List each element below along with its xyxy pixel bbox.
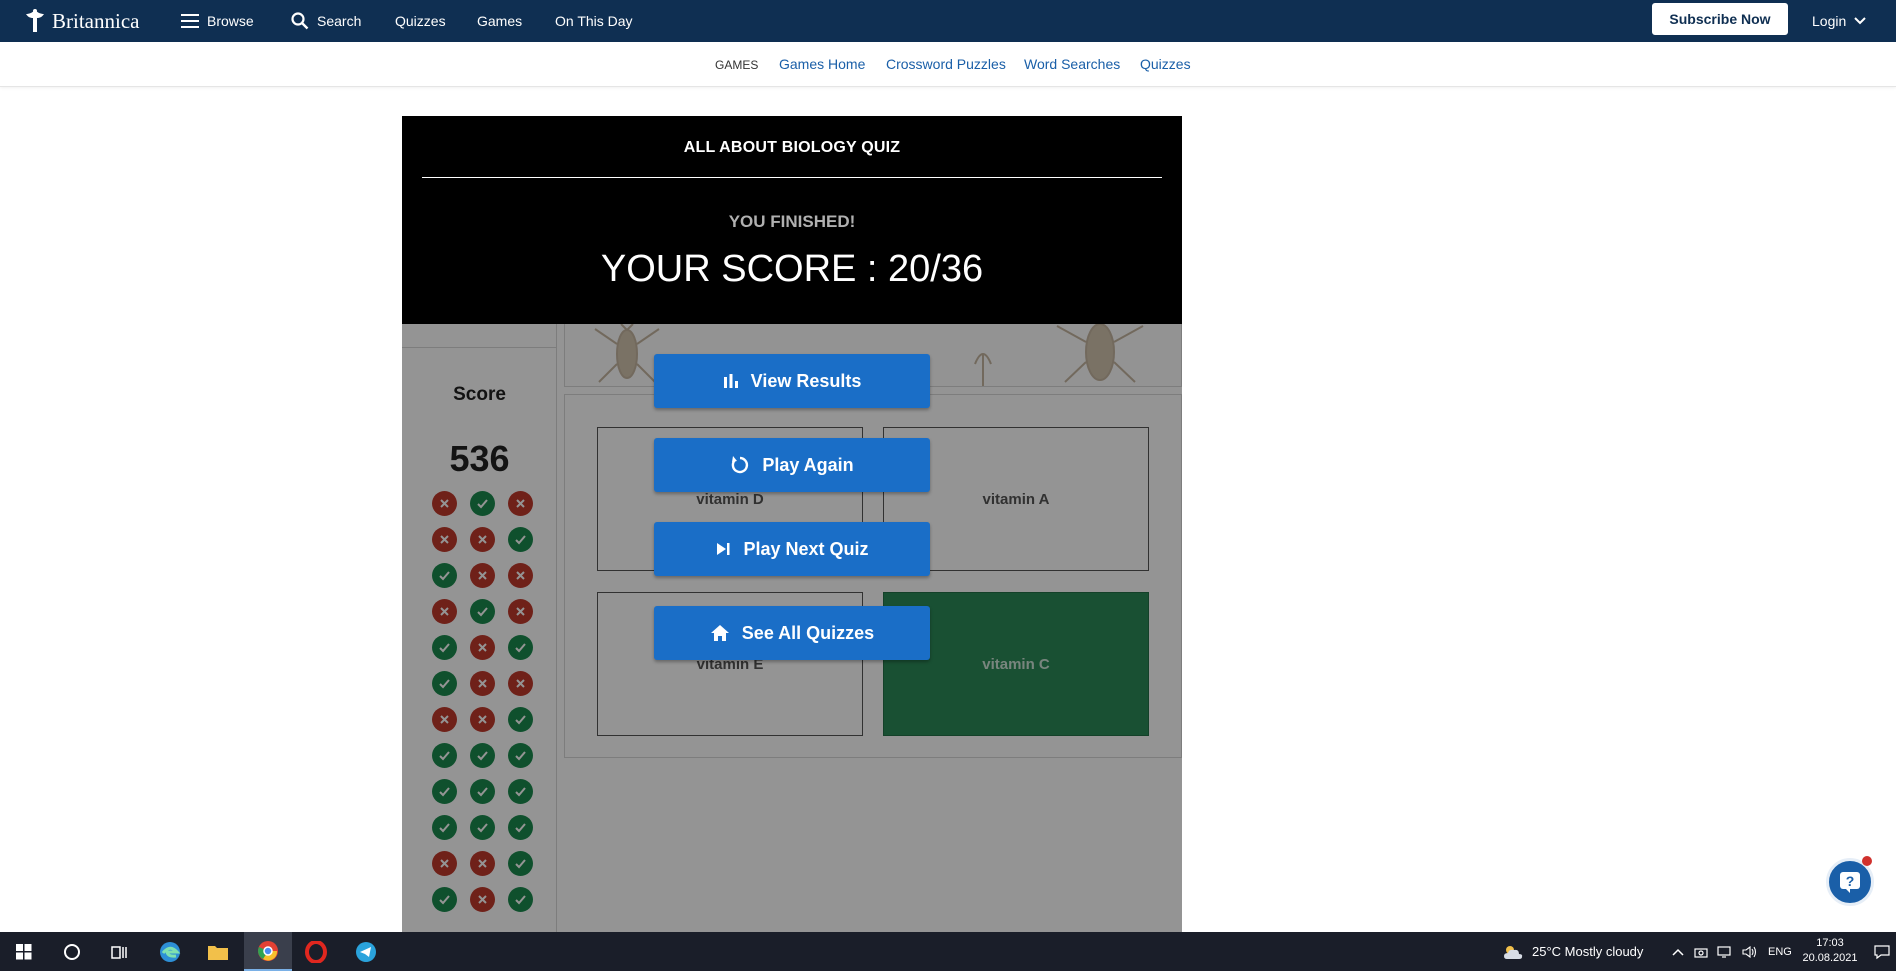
play-next-quiz-label: Play Next Quiz xyxy=(743,538,869,559)
taskbar-telegram[interactable] xyxy=(342,932,390,971)
nav-browse-label: Browse xyxy=(207,13,254,29)
play-again-button[interactable]: Play Again xyxy=(654,438,930,492)
subnav-quizzes[interactable]: Quizzes xyxy=(1140,56,1191,72)
camera-icon xyxy=(1694,947,1708,958)
cortana-button[interactable] xyxy=(48,932,96,971)
login-menu[interactable]: Login xyxy=(1812,0,1866,42)
final-score: YOUR SCORE : 20/36 xyxy=(600,248,984,290)
login-label: Login xyxy=(1812,13,1847,29)
thistle-icon xyxy=(26,9,44,32)
taskbar-chrome[interactable] xyxy=(244,932,292,971)
network-icon xyxy=(1717,945,1731,958)
nav-quizzes[interactable]: Quizzes xyxy=(395,0,446,42)
see-all-quizzes-button[interactable]: See All Quizzes xyxy=(654,606,930,660)
search-icon xyxy=(291,12,309,30)
quiz-title: ALL ABOUT BIOLOGY QUIZ xyxy=(683,139,901,156)
opera-icon xyxy=(305,940,327,963)
telegram-icon xyxy=(356,941,376,962)
britannica-logo[interactable]: Britannica xyxy=(20,6,139,36)
quiz-panel: ALL ABOUT BIOLOGY QUIZ YOU FINISHED! YOU… xyxy=(402,116,1182,932)
see-all-quizzes-label: See All Quizzes xyxy=(741,622,875,643)
task-view-icon xyxy=(111,945,127,959)
svg-text:?: ? xyxy=(1846,873,1855,889)
windows-taskbar: 25°C Mostly cloudy ENG 17:03 20.08.2021 xyxy=(0,932,1896,971)
nav-browse[interactable]: Browse xyxy=(181,0,254,42)
system-tray-icons[interactable]: ENG xyxy=(1672,932,1792,971)
chevron-up-icon xyxy=(1672,948,1684,956)
notification-center-icon xyxy=(1874,944,1890,959)
edge-browser-icon xyxy=(160,941,181,962)
folder-icon xyxy=(208,945,228,960)
quiz-result-header: ALL ABOUT BIOLOGY QUIZ YOU FINISHED! YOU… xyxy=(402,116,1182,324)
nav-search-label: Search xyxy=(317,13,362,29)
clock-date: 20.08.2021 xyxy=(1802,952,1858,964)
subnav-crossword-puzzles[interactable]: Crossword Puzzles xyxy=(886,56,1006,72)
taskbar-opera[interactable] xyxy=(292,932,340,971)
view-results-label: View Results xyxy=(750,370,862,391)
view-results-button[interactable]: View Results xyxy=(654,354,930,408)
nav-games[interactable]: Games xyxy=(477,0,522,42)
windows-icon xyxy=(16,943,32,959)
divider xyxy=(422,177,1162,178)
start-button[interactable] xyxy=(0,932,48,971)
weather-text: 25°C Mostly cloudy xyxy=(1532,944,1644,959)
subnav-games-home[interactable]: Games Home xyxy=(779,56,865,72)
cloudy-weather-icon xyxy=(1504,945,1523,959)
nav-search[interactable]: Search xyxy=(291,0,361,42)
speaker-icon xyxy=(1742,945,1757,958)
clock-time: 17:03 xyxy=(1816,937,1844,949)
taskbar-edge[interactable] xyxy=(146,932,194,971)
circle-search-icon xyxy=(64,943,80,960)
chevron-down-icon xyxy=(1854,17,1866,25)
subnav-section-label: GAMES xyxy=(715,58,759,72)
chrome-icon xyxy=(258,940,278,961)
skip-next-icon xyxy=(717,543,730,555)
subscribe-button[interactable]: Subscribe Now xyxy=(1652,3,1788,35)
logo-text: Britannica xyxy=(52,8,140,33)
subnav-word-searches[interactable]: Word Searches xyxy=(1024,56,1120,72)
notifications-button[interactable] xyxy=(1868,932,1896,971)
hamburger-menu-icon xyxy=(181,14,199,28)
nav-on-this-day[interactable]: On This Day xyxy=(555,0,633,42)
notification-dot xyxy=(1862,856,1872,866)
games-subnav: GAMES Games Home Crossword Puzzles Word … xyxy=(0,42,1896,87)
help-question-icon: ? xyxy=(1840,872,1860,893)
play-again-label: Play Again xyxy=(762,454,854,475)
task-view-button[interactable] xyxy=(96,932,144,971)
language-indicator[interactable]: ENG xyxy=(1768,946,1792,958)
taskbar-file-explorer[interactable] xyxy=(194,932,242,971)
top-navigation-bar: Britannica Browse Search Quizzes Games O… xyxy=(0,0,1896,42)
system-clock[interactable]: 17:03 20.08.2021 xyxy=(1800,936,1860,966)
finished-label: YOU FINISHED! xyxy=(728,212,856,231)
weather-widget[interactable]: 25°C Mostly cloudy xyxy=(1502,932,1643,971)
replay-icon xyxy=(732,456,749,474)
home-icon xyxy=(710,625,729,641)
play-next-quiz-button[interactable]: Play Next Quiz xyxy=(654,522,930,576)
bar-chart-icon xyxy=(723,374,738,388)
